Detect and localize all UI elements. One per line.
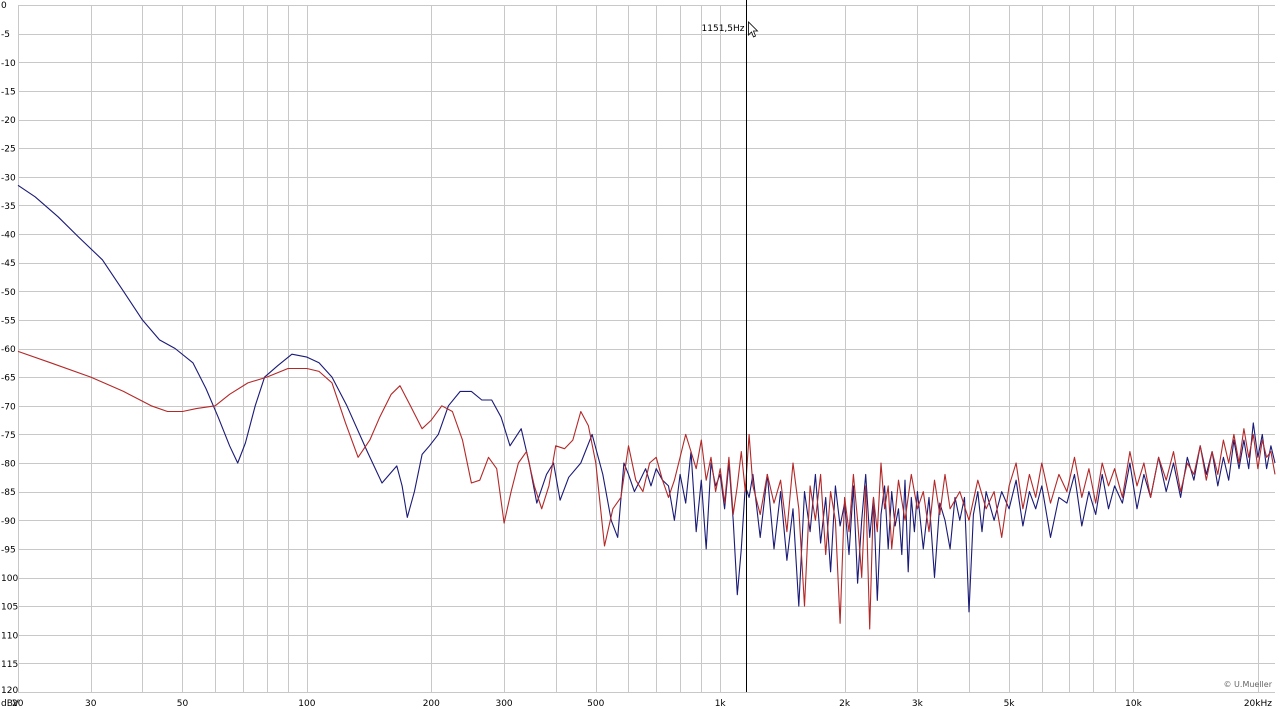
- y-tick-label: -55: [1, 316, 16, 326]
- series-layer: [17, 184, 1276, 630]
- x-tick-label: 20kHz: [1244, 699, 1272, 709]
- horizontal-grid: [18, 5, 1275, 693]
- y-tick-label: -75: [1, 431, 16, 441]
- y-tick-label: -30: [1, 173, 16, 183]
- x-tick-label: 30: [85, 699, 97, 709]
- x-tick-label: 100: [298, 699, 315, 709]
- y-tick-label: 105: [1, 603, 18, 613]
- cursor-frequency-label: 1151,5Hz: [702, 24, 745, 34]
- red-series-line: [17, 350, 1276, 630]
- y-tick-label: 110: [1, 631, 18, 641]
- y-tick-label: 120: [1, 686, 18, 696]
- y-tick-label: 100: [1, 574, 18, 584]
- y-tick-label: -25: [1, 145, 16, 155]
- y-tick-label: -50: [1, 288, 16, 298]
- x-axis-labels: 20 30 50 100 200 300 500 1k 2k 3k 5k 10k 20kHz: [12, 699, 1272, 709]
- y-tick-label: -5: [1, 30, 10, 40]
- x-tick-label: 2k: [839, 699, 851, 709]
- y-tick-label: -60: [1, 345, 16, 355]
- y-tick-label: -35: [1, 202, 16, 212]
- y-tick-label: -65: [1, 374, 16, 384]
- x-tick-label: 10k: [1125, 699, 1142, 709]
- vertical-grid: [18, 5, 1259, 692]
- y-tick-label: 115: [1, 660, 18, 670]
- y-tick-label: -80: [1, 460, 16, 470]
- x-tick-label: 1k: [715, 699, 727, 709]
- y-tick-label: -15: [1, 87, 16, 97]
- x-tick-label: 5k: [1004, 699, 1016, 709]
- y-tick-label: -20: [1, 116, 16, 126]
- y-tick-label: -40: [1, 231, 16, 241]
- x-tick-label: 50: [177, 699, 189, 709]
- blue-series-line: [17, 184, 1276, 613]
- x-tick-label: 3k: [912, 699, 924, 709]
- spectrum-plot[interactable]: 1151,5Hz 0 -5 -10 -15 -20 -25 -30 -35 -40 -45 -50 -…: [0, 0, 1280, 709]
- y-tick-label: -70: [1, 402, 16, 412]
- y-tick-label: -10: [1, 59, 16, 69]
- y-tick-label: -45: [1, 259, 16, 269]
- y-tick-label: -90: [1, 517, 16, 527]
- y-unit-label: dBV: [1, 699, 20, 709]
- x-tick-label: 300: [495, 699, 512, 709]
- y-axis-labels: 0 -5 -10 -15 -20 -25 -30 -35 -40 -45 -50 -55 -60 -65 -…: [1, 1, 18, 696]
- copyright-text: © U.Mueller: [1224, 680, 1273, 689]
- x-tick-label: 200: [423, 699, 440, 709]
- y-tick-label: 0: [1, 1, 7, 11]
- x-tick-label: 500: [587, 699, 604, 709]
- y-tick-label: -85: [1, 488, 16, 498]
- y-tick-label: -95: [1, 545, 16, 555]
